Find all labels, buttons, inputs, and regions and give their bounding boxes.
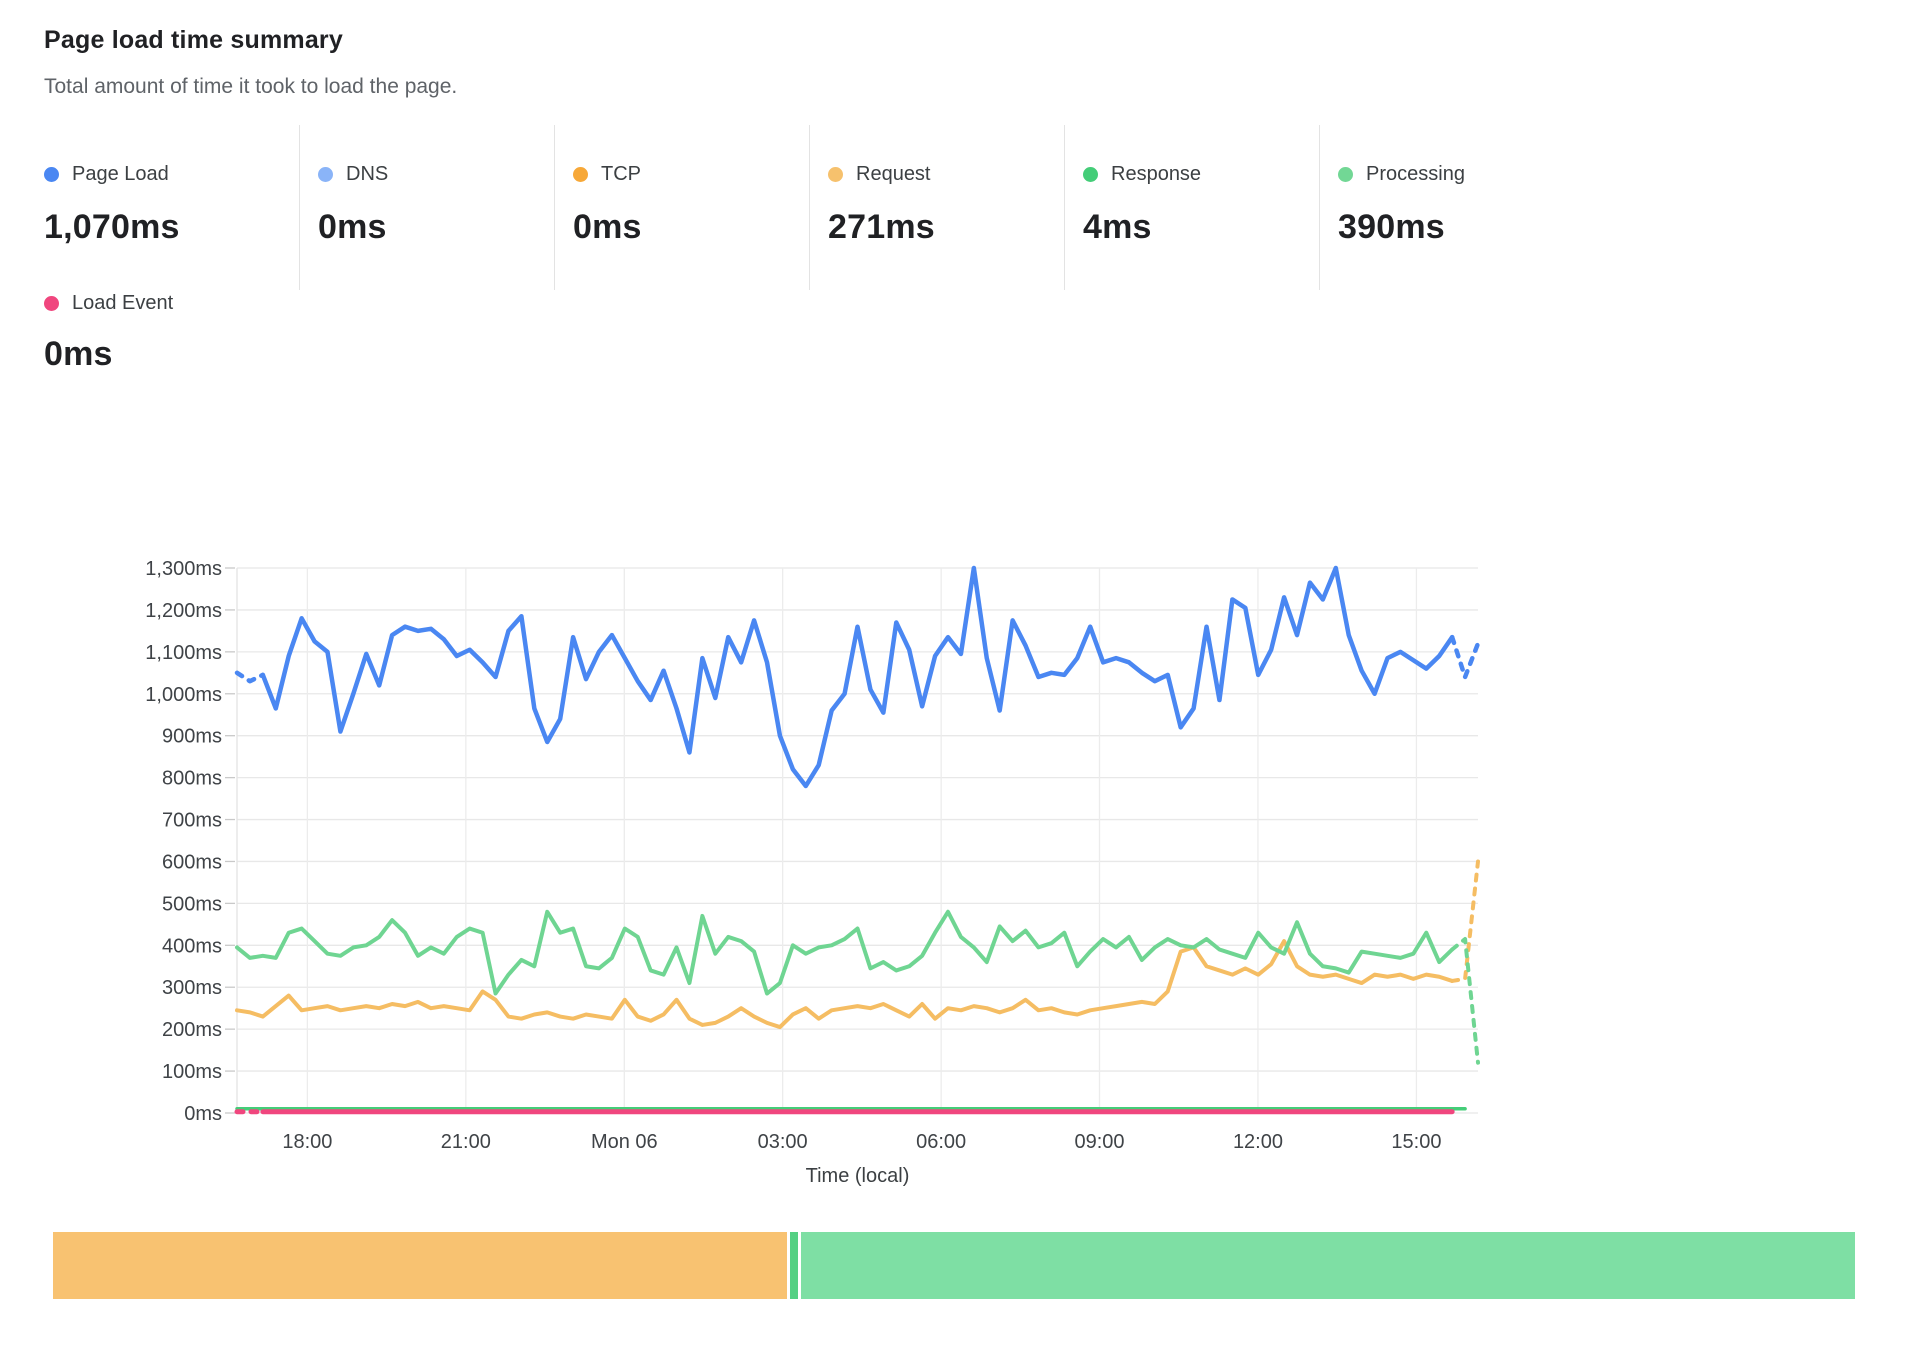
y-tick-label: 300ms bbox=[162, 977, 222, 999]
y-tick-label: 1,300ms bbox=[145, 558, 222, 580]
y-tick-label: 1,200ms bbox=[145, 600, 222, 622]
processing-dot-icon bbox=[1338, 167, 1353, 182]
load-event-dot-icon bbox=[44, 296, 59, 311]
stat-label: TCP bbox=[601, 163, 641, 186]
legend-request: Request bbox=[828, 163, 1064, 186]
stat-label: Load Event bbox=[72, 292, 173, 315]
bar-segment-response bbox=[790, 1232, 798, 1299]
series-line-page-load bbox=[263, 568, 1452, 786]
load-time-chart[interactable]: 0ms 100ms 200ms 300ms 400ms 500ms 600ms 700ms 80… bbox=[0, 548, 1530, 1208]
stat-value: 0ms bbox=[573, 208, 809, 247]
stat-label: Page Load bbox=[72, 163, 169, 186]
series-line-processing bbox=[237, 912, 1452, 994]
x-tick-label: 03:00 bbox=[758, 1131, 808, 1153]
x-tick-label: 12:00 bbox=[1233, 1131, 1283, 1153]
legend-processing: Processing bbox=[1338, 163, 1574, 186]
legend-page-load: Page Load bbox=[44, 163, 299, 186]
y-tick-label: 200ms bbox=[162, 1019, 222, 1041]
series-line-request-dashed bbox=[1452, 861, 1478, 980]
stat-label: Response bbox=[1111, 163, 1201, 186]
series-line-page-load-dashed bbox=[237, 673, 263, 681]
legend-dns: DNS bbox=[318, 163, 554, 186]
x-tick-label: 21:00 bbox=[441, 1131, 491, 1153]
x-tick-label: 18:00 bbox=[282, 1131, 332, 1153]
legend-tcp: TCP bbox=[573, 163, 809, 186]
stat-label: Processing bbox=[1366, 163, 1465, 186]
y-tick-label: 1,000ms bbox=[145, 684, 222, 706]
y-tick-label: 800ms bbox=[162, 768, 222, 790]
legend-load-event: Load Event bbox=[44, 292, 173, 315]
stat-dns: DNS 0ms bbox=[299, 125, 554, 290]
timing-proportion-bar bbox=[53, 1232, 1857, 1299]
x-tick-label: 06:00 bbox=[916, 1131, 966, 1153]
stat-processing: Processing 390ms bbox=[1319, 125, 1574, 290]
chart-header: Page load time summary Total amount of t… bbox=[44, 26, 457, 99]
response-dot-icon bbox=[1083, 167, 1098, 182]
stat-value: 1,070ms bbox=[44, 208, 299, 247]
tcp-dot-icon bbox=[573, 167, 588, 182]
stat-request: Request 271ms bbox=[809, 125, 1064, 290]
y-tick-label: 600ms bbox=[162, 851, 222, 873]
x-tick-label: 09:00 bbox=[1074, 1131, 1124, 1153]
request-dot-icon bbox=[828, 167, 843, 182]
x-tick-label: 15:00 bbox=[1391, 1131, 1441, 1153]
page-subtitle: Total amount of time it took to load the… bbox=[44, 75, 457, 99]
stat-load-event: Load Event 0ms bbox=[44, 292, 173, 374]
y-tick-label: 1,100ms bbox=[145, 642, 222, 664]
bar-segment-processing bbox=[801, 1232, 1855, 1299]
stat-tcp: TCP 0ms bbox=[554, 125, 809, 290]
stat-value: 0ms bbox=[44, 335, 173, 374]
y-tick-label: 100ms bbox=[162, 1061, 222, 1083]
stat-label: Request bbox=[856, 163, 931, 186]
page-title: Page load time summary bbox=[44, 26, 457, 55]
stat-response: Response 4ms bbox=[1064, 125, 1319, 290]
y-tick-label: 0ms bbox=[184, 1103, 222, 1125]
series-line-processing-dashed bbox=[1452, 939, 1478, 1063]
y-tick-label: 400ms bbox=[162, 935, 222, 957]
stat-value: 390ms bbox=[1338, 208, 1574, 247]
stat-value: 4ms bbox=[1083, 208, 1319, 247]
legend-response: Response bbox=[1083, 163, 1319, 186]
stat-value: 271ms bbox=[828, 208, 1064, 247]
page-load-dot-icon bbox=[44, 167, 59, 182]
page-load-summary-panel: Page load time summary Total amount of t… bbox=[0, 0, 1910, 1352]
stat-page-load: Page Load 1,070ms bbox=[44, 125, 299, 290]
x-axis-title: Time (local) bbox=[806, 1165, 910, 1187]
dns-dot-icon bbox=[318, 167, 333, 182]
bar-segment-request bbox=[53, 1232, 787, 1299]
y-tick-label: 500ms bbox=[162, 893, 222, 915]
stat-value: 0ms bbox=[318, 208, 554, 247]
series-line-page-load-dashed bbox=[1452, 637, 1478, 677]
y-tick-label: 700ms bbox=[162, 810, 222, 832]
stats-row: Page Load 1,070ms DNS 0ms TCP 0ms Reques… bbox=[44, 125, 1574, 290]
y-tick-label: 900ms bbox=[162, 726, 222, 748]
x-tick-label: Mon 06 bbox=[591, 1131, 658, 1153]
stat-label: DNS bbox=[346, 163, 388, 186]
